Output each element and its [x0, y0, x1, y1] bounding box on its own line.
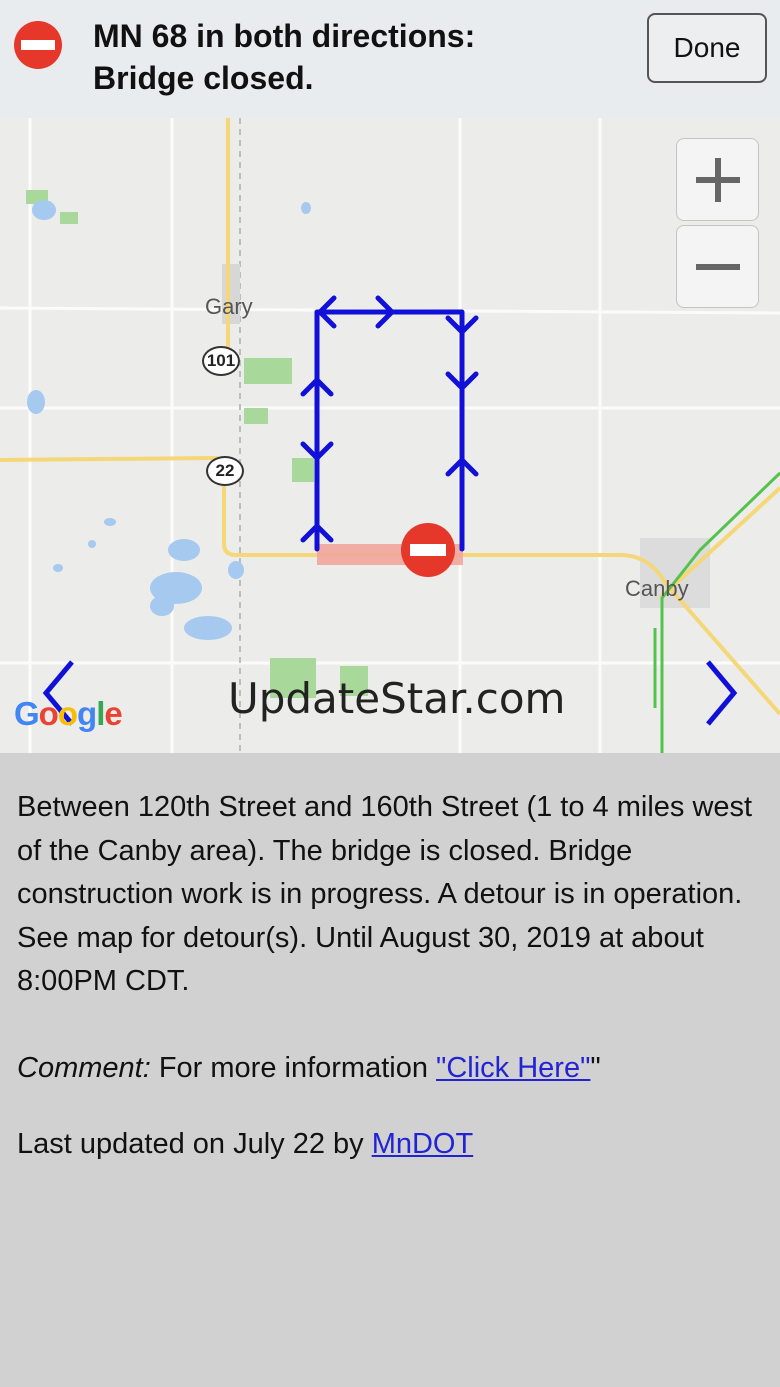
plus-icon: [695, 157, 740, 202]
google-letter: o: [57, 695, 78, 732]
comment-suffix: ": [590, 1051, 601, 1084]
map-view[interactable]: Gary Canby 101 22 Google UpdateStar.com: [0, 118, 780, 753]
mndot-link[interactable]: MnDOT: [372, 1128, 474, 1160]
comment-label: Comment:: [17, 1051, 151, 1084]
minus-icon: [695, 263, 740, 270]
comment-text: For more information: [158, 1051, 428, 1084]
last-updated-line: Last updated on July 22 by MnDOT: [17, 1123, 767, 1167]
route-101-shield: 101: [202, 346, 240, 376]
no-entry-icon: [14, 21, 62, 69]
place-gary: Gary: [205, 294, 253, 319]
place-canby: Canby: [625, 576, 689, 601]
done-button[interactable]: Done: [647, 13, 767, 83]
google-letter: G: [14, 695, 40, 732]
alert-title: MN 68 in both directions: Bridge closed.: [93, 15, 633, 99]
click-here-link[interactable]: "Click Here": [436, 1052, 590, 1084]
google-letter: l: [96, 695, 105, 732]
updated-prefix: Last updated on July 22 by: [17, 1128, 364, 1160]
closure-marker-icon: [401, 523, 455, 577]
alert-title-line1: MN 68 in both directions:: [93, 18, 476, 54]
chevron-right-icon[interactable]: [700, 658, 740, 728]
incident-description: Between 120th Street and 160th Street (1…: [17, 791, 753, 997]
google-letter: o: [38, 695, 59, 732]
google-letter: e: [104, 695, 122, 732]
google-letter: g: [77, 695, 97, 732]
map-canvas: [0, 118, 780, 753]
alert-header: MN 68 in both directions: Bridge closed.…: [0, 0, 780, 118]
alert-title-line2: Bridge closed.: [93, 60, 314, 96]
zoom-out-button[interactable]: [676, 225, 759, 308]
google-logo: Google: [14, 695, 123, 733]
watermark: UpdateStar.com: [228, 674, 566, 723]
route-22-shield: 22: [206, 456, 244, 486]
comment-line: Comment: For more information "Click Her…: [17, 1047, 767, 1091]
zoom-in-button[interactable]: [676, 138, 759, 221]
incident-details: Between 120th Street and 160th Street (1…: [17, 786, 767, 1167]
